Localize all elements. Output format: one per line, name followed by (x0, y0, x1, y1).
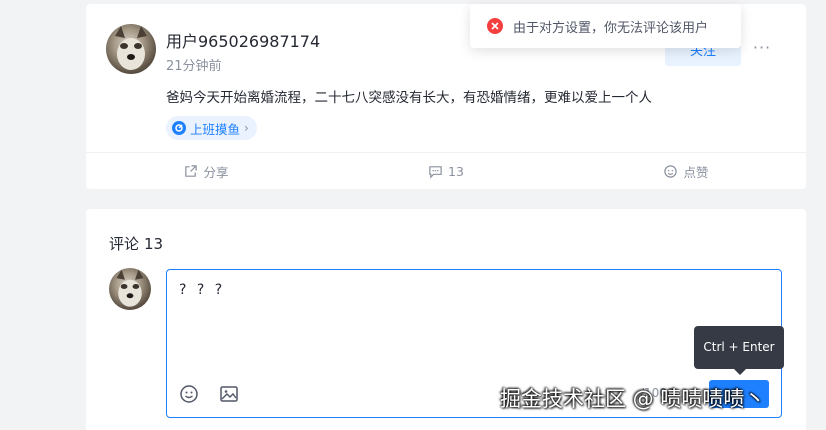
like-button[interactable]: 点赞 (566, 153, 806, 189)
error-toast: 由于对方设置，你无法评论该用户 (470, 4, 741, 48)
post-action-bar: 分享 13 点赞 (86, 152, 806, 189)
like-icon (664, 164, 678, 178)
shortcut-tooltip: Ctrl + Enter (694, 326, 784, 369)
share-button[interactable]: 分享 (86, 153, 326, 189)
comment-icon (429, 165, 442, 179)
comment-title-label: 评论 (109, 235, 140, 253)
watermark: 掘金技术社区 @ 啧啧啧啧丶 (500, 387, 766, 411)
topic-icon (172, 121, 186, 135)
share-icon (185, 164, 198, 177)
comment-button[interactable]: 13 (326, 153, 566, 189)
comment-input-text[interactable]: ? ? ? (179, 282, 225, 298)
tooltip-arrow (734, 369, 746, 375)
comment-title-count: 13 (144, 235, 164, 253)
more-options-icon[interactable]: ··· (750, 38, 774, 62)
error-icon (487, 18, 503, 34)
post-time: 21分钟前 (166, 59, 222, 74)
share-label: 分享 (203, 164, 229, 180)
username[interactable]: 用户965026987174 (166, 28, 320, 52)
avatar[interactable] (106, 24, 156, 74)
topic-tag[interactable]: 上班摸鱼 › (166, 116, 257, 140)
current-user-avatar[interactable] (109, 268, 151, 310)
topic-label: 上班摸鱼 (190, 121, 241, 137)
comment-section-title: 评论 13 (109, 233, 163, 254)
image-icon[interactable] (219, 384, 239, 404)
post-content: 爸妈今天开始离婚流程，二十七八突感没有长大，有恐婚情绪，更难以爱上一个人 (166, 90, 652, 106)
chevron-right-icon: › (244, 121, 249, 135)
comment-count: 13 (448, 163, 464, 179)
like-label: 点赞 (683, 164, 709, 180)
emoji-icon[interactable] (179, 384, 199, 404)
toast-message: 由于对方设置，你无法评论该用户 (513, 20, 709, 36)
